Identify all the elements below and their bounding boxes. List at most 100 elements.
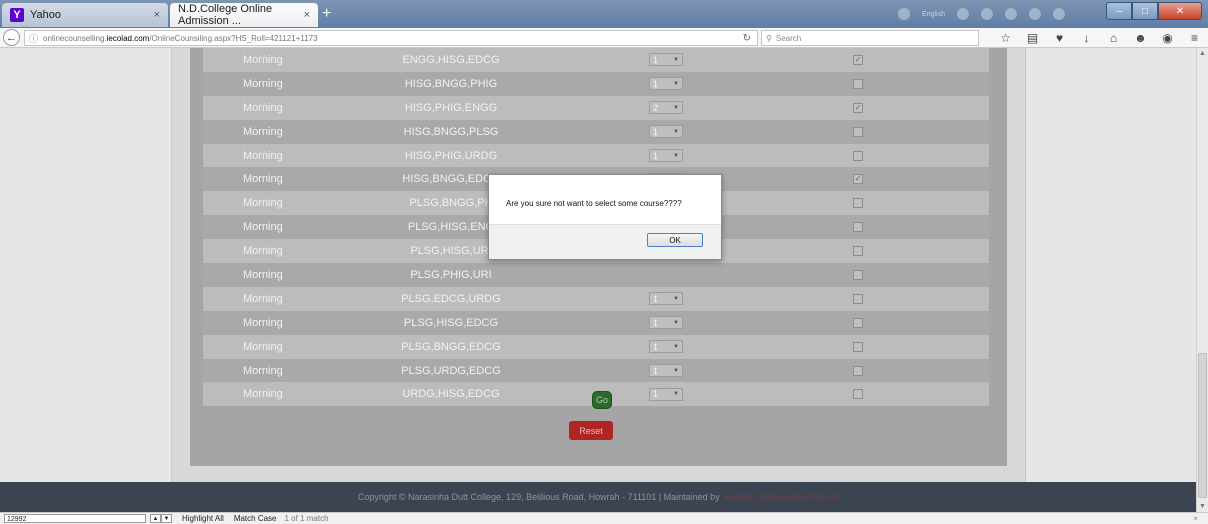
preference-select[interactable]: 1 ▼ [649,125,683,139]
preference-value: 1 [653,54,659,65]
footer-brand-link[interactable]: Iecolad Technologies Pvt Ltd [724,492,838,502]
highlight-all-toggle[interactable]: Highlight All [182,514,224,523]
shift-cell: Morning [243,221,283,234]
edit-icon[interactable] [1004,8,1017,20]
go-button[interactable]: Go [592,391,612,409]
course-checkbox[interactable] [853,126,863,137]
scroll-up-icon[interactable]: ▲ [1199,50,1206,57]
course-checkbox[interactable] [853,198,863,209]
match-case-toggle[interactable]: Match Case [234,514,277,523]
scroll-down-icon[interactable]: ▼ [1199,503,1206,510]
close-tab-icon[interactable]: × [154,9,160,21]
preference-select[interactable]: 1 ▼ [649,316,683,330]
preference-value: 1 [653,317,659,328]
tab-nd-college[interactable]: N.D.College Online Admission ... × [170,3,318,27]
footer: Copyright © Narasinha Dutt College, 129,… [0,482,1196,512]
close-window-button[interactable]: ✕ [1158,2,1202,20]
find-match-count: 1 of 1 match [284,514,329,523]
course-checkbox[interactable] [853,365,863,376]
minimize-button[interactable]: – [1106,2,1132,20]
scroll-thumb[interactable] [1198,353,1207,498]
preference-select[interactable]: 1 ▼ [649,340,683,354]
course-combination-cell: PLSG,HISG,EDCG [403,316,499,329]
pocket-icon[interactable]: ♥ [1046,29,1073,47]
chevron-down-icon: ▼ [673,391,679,398]
shift-cell: Morning [243,340,283,353]
reading-list-icon[interactable]: ▤ [1019,29,1046,47]
vertical-scrollbar[interactable]: ▲ ▼ [1196,48,1208,512]
user-icon[interactable] [956,8,969,20]
menu-icon[interactable]: ≡ [1181,29,1208,47]
settings-icon[interactable] [980,8,993,20]
course-checkbox[interactable] [853,78,863,89]
course-combination-cell: PLSG,PHIG,URI [410,268,492,281]
table-row: Morning HISG,BNGG,PHIG 1 ▼ [203,71,989,96]
course-checkbox[interactable]: ✓ [853,102,863,113]
course-checkbox[interactable] [853,269,863,280]
close-tab-icon[interactable]: × [304,9,310,21]
course-combination-cell: URDG,HISG,EDCG [402,388,500,401]
tab-yahoo[interactable]: Y Yahoo × [2,3,168,27]
find-nav: ▲ ▼ [150,514,172,523]
preference-select[interactable]: 1 ▼ [649,292,683,306]
course-checkbox[interactable] [853,246,863,257]
find-next-icon[interactable]: ▼ [161,514,172,523]
downloads-icon[interactable]: ↓ [1073,29,1100,47]
toolbar-icons: ☆ ▤ ♥ ↓ ⌂ ☻ ◉ ≡ [992,29,1208,47]
ok-button[interactable]: OK [647,233,703,247]
footer-text: Copyright © Narasinha Dutt College, 129,… [357,492,720,502]
course-checkbox[interactable] [853,150,863,161]
course-combination-cell: PLSG,URDG,EDCG [401,364,501,377]
chevron-down-icon: ▼ [673,152,679,159]
dialog-message: Are you sure not want to select some cou… [506,199,682,208]
preference-select[interactable]: 1 ▼ [649,149,683,162]
course-checkbox[interactable] [853,317,863,328]
alert-dialog: Are you sure not want to select some cou… [488,174,722,260]
home-icon[interactable]: ⌂ [1100,29,1127,47]
extension-icon[interactable]: ◉ [1154,29,1181,47]
info-icon[interactable]: ⓘ [29,32,38,45]
language-indicator[interactable]: English [922,11,945,18]
preference-select[interactable]: 1 ▼ [649,387,683,401]
course-checkbox[interactable]: ✓ [853,174,863,185]
search-icon[interactable] [898,8,910,20]
preference-select[interactable]: 2 ▼ [649,101,683,115]
shift-cell: Morning [243,77,283,90]
course-checkbox[interactable] [853,341,863,352]
url-prefix: onlinecounselling. [43,33,107,43]
course-combination-cell: HISG,PHIG,URDG [404,149,498,162]
course-checkbox[interactable]: ✓ [853,54,863,65]
course-checkbox[interactable] [853,389,863,400]
course-checkbox[interactable] [853,293,863,304]
system-tray: English [898,6,1078,22]
back-arrow-icon[interactable]: ← [3,29,20,46]
table-row: Morning HISG,PHIG,ENGG 2 ▼ ✓ [203,95,989,120]
preference-value: 1 [653,126,659,137]
chat-icon[interactable]: ☻ [1127,29,1154,47]
preference-select[interactable]: 1 ▼ [649,77,683,91]
find-input[interactable]: 12992 [4,514,146,523]
find-previous-icon[interactable]: ▲ [150,514,161,523]
course-combination-cell: PLSG,BNGG,EDCG [401,340,501,353]
table-row: Morning PLSG,URDG,EDCG 1 ▼ [203,358,989,383]
find-bar: 12992 ▲ ▼ Highlight All Match Case 1 of … [0,512,1208,524]
help-icon[interactable] [1028,8,1041,20]
reset-button[interactable]: Reset [569,421,613,440]
reload-icon[interactable]: ↻ [743,33,757,44]
search-input[interactable]: ⚲ Search [761,30,979,46]
new-tab-icon[interactable]: + [322,6,331,22]
close-find-bar-icon[interactable]: × [1193,514,1198,523]
bookmark-star-icon[interactable]: ☆ [992,29,1019,47]
maximize-button[interactable]: □ [1132,2,1158,20]
yahoo-favicon-icon: Y [10,8,24,22]
search-placeholder: Search [775,33,802,43]
shift-cell: Morning [243,125,283,138]
preference-select[interactable]: 1 ▼ [649,364,683,378]
preference-select[interactable]: 1 ▼ [649,53,683,67]
table-row: Morning HISG,BNGG,PLSG 1 ▼ [203,119,989,144]
browser-tab-strip: Y Yahoo × N.D.College Online Admission .… [0,0,1208,28]
url-bar[interactable]: ⓘ onlinecounselling. iecolad.com /Online… [24,30,758,46]
preference-value: 1 [653,293,659,304]
power-icon[interactable] [1052,8,1065,20]
course-checkbox[interactable] [853,222,863,233]
